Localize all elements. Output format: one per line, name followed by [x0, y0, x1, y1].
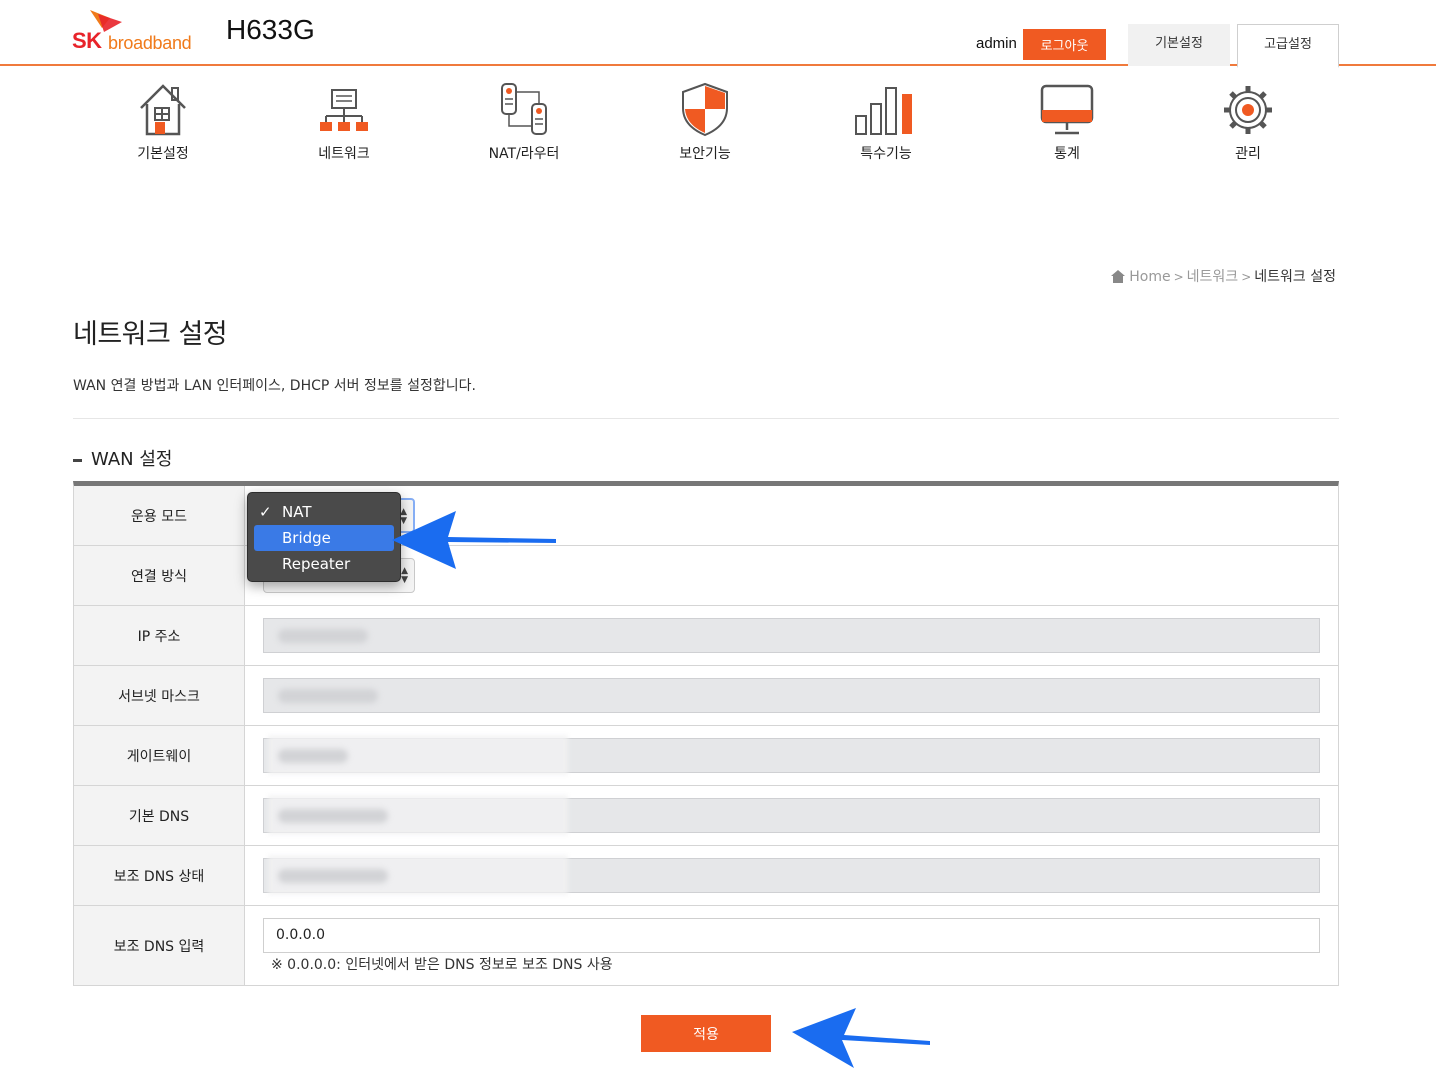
- label-connection-type: 연결 방식: [74, 546, 245, 605]
- gateway-field[interactable]: [263, 735, 1320, 775]
- row-subnet-mask: 서브넷 마스크: [74, 666, 1338, 726]
- nav-nat-router[interactable]: NAT/라우터: [464, 80, 584, 170]
- tab-advanced-settings[interactable]: 고급설정: [1237, 24, 1339, 68]
- secondary-dns-status-field[interactable]: [263, 855, 1320, 895]
- nav-security[interactable]: 보안기능: [645, 80, 765, 170]
- bar-chart-icon: [855, 87, 912, 135]
- option-repeater[interactable]: Repeater: [254, 551, 394, 577]
- redacted-value: [278, 749, 348, 763]
- row-primary-dns: 기본 DNS: [74, 786, 1338, 846]
- redacted-value: [278, 629, 368, 643]
- nav-management[interactable]: 관리: [1188, 80, 1308, 170]
- label-primary-dns: 기본 DNS: [74, 786, 245, 845]
- ip-address-field[interactable]: [263, 618, 1320, 653]
- breadcrumb-network[interactable]: 네트워크: [1187, 269, 1239, 285]
- redacted-value: [278, 809, 388, 823]
- option-label: Repeater: [282, 555, 351, 573]
- top-header: SK broadband H633G admin 로그아웃 기본설정 고급설정: [0, 0, 1436, 68]
- label-gateway: 게이트웨이: [74, 726, 245, 785]
- nav-label: 기본설정: [137, 146, 189, 162]
- operation-mode-dropdown: ✓ NAT Bridge Repeater: [247, 492, 401, 582]
- label-secondary-dns-status: 보조 DNS 상태: [74, 846, 245, 905]
- nav-label: 특수기능: [860, 146, 912, 162]
- network-icon: [320, 89, 368, 131]
- label-ip-address: IP 주소: [74, 606, 245, 665]
- breadcrumb-home[interactable]: Home: [1129, 269, 1170, 285]
- row-secondary-dns-input: 보조 DNS 입력 0.0.0.0 ※ 0.0.0.0: 인터넷에서 받은 DN…: [74, 906, 1338, 986]
- brand-broadband: broadband: [108, 33, 192, 53]
- breadcrumb-current: 네트워크 설정: [1254, 269, 1336, 285]
- nav-label: 네트워크: [318, 146, 370, 162]
- option-nat[interactable]: ✓ NAT: [254, 499, 394, 525]
- nav-label: 통계: [1054, 146, 1080, 162]
- secondary-dns-input[interactable]: 0.0.0.0: [263, 918, 1320, 953]
- row-secondary-dns-status: 보조 DNS 상태: [74, 846, 1338, 906]
- label-secondary-dns-input: 보조 DNS 입력: [74, 906, 245, 985]
- subnet-mask-field[interactable]: [263, 678, 1320, 713]
- option-bridge[interactable]: Bridge: [254, 525, 394, 551]
- apply-button[interactable]: 적용: [641, 1015, 771, 1052]
- page-description: WAN 연결 방법과 LAN 인터페이스, DHCP 서버 정보를 설정합니다.: [73, 378, 476, 394]
- nav-basic-settings[interactable]: 기본설정: [103, 80, 223, 170]
- nav-label: 관리: [1235, 146, 1261, 162]
- nav-statistics[interactable]: 통계: [1007, 80, 1127, 170]
- annotation-arrow-icon: [392, 511, 556, 569]
- logout-button[interactable]: 로그아웃: [1023, 29, 1106, 60]
- primary-dns-field[interactable]: [263, 795, 1320, 835]
- tab-basic-settings[interactable]: 기본설정: [1128, 24, 1230, 66]
- section-title-wan: WAN 설정: [73, 445, 172, 471]
- sk-broadband-logo[interactable]: SK broadband: [72, 8, 202, 56]
- shield-icon: [682, 82, 728, 137]
- monitor-icon: [1040, 84, 1094, 135]
- option-label: Bridge: [282, 529, 331, 547]
- section-title-text: WAN 설정: [91, 449, 173, 470]
- breadcrumb-separator: >: [1241, 270, 1252, 284]
- brand-sk: SK: [72, 28, 102, 53]
- nav-network[interactable]: 네트워크: [284, 80, 404, 170]
- nav-label: 보안기능: [679, 146, 731, 162]
- page-title: 네트워크 설정: [73, 319, 228, 350]
- breadcrumb: Home > 네트워크 > 네트워크 설정: [1111, 266, 1336, 286]
- redacted-value: [278, 689, 378, 703]
- home-icon: [1111, 270, 1126, 283]
- checkmark-icon: ✓: [259, 503, 272, 521]
- row-gateway: 게이트웨이: [74, 726, 1338, 786]
- annotation-arrow-icon: [792, 1008, 930, 1068]
- redacted-value: [278, 869, 388, 883]
- user-name: admin: [976, 35, 1017, 52]
- router-icon: [501, 83, 547, 135]
- breadcrumb-separator: >: [1173, 270, 1184, 284]
- house-icon: [140, 84, 186, 136]
- nav-special-functions[interactable]: 특수기능: [826, 80, 946, 170]
- secondary-dns-hint: ※ 0.0.0.0: 인터넷에서 받은 DNS 정보로 보조 DNS 사용: [271, 957, 613, 973]
- row-ip-address: IP 주소: [74, 606, 1338, 666]
- gear-icon: [1224, 86, 1272, 134]
- divider: [73, 418, 1339, 419]
- model-name: H633G: [226, 14, 315, 45]
- option-label: NAT: [282, 503, 312, 521]
- nav-label: NAT/라우터: [488, 146, 560, 162]
- section-bullet: [73, 458, 82, 462]
- label-subnet-mask: 서브넷 마스크: [74, 666, 245, 725]
- label-operation-mode: 운용 모드: [74, 486, 245, 545]
